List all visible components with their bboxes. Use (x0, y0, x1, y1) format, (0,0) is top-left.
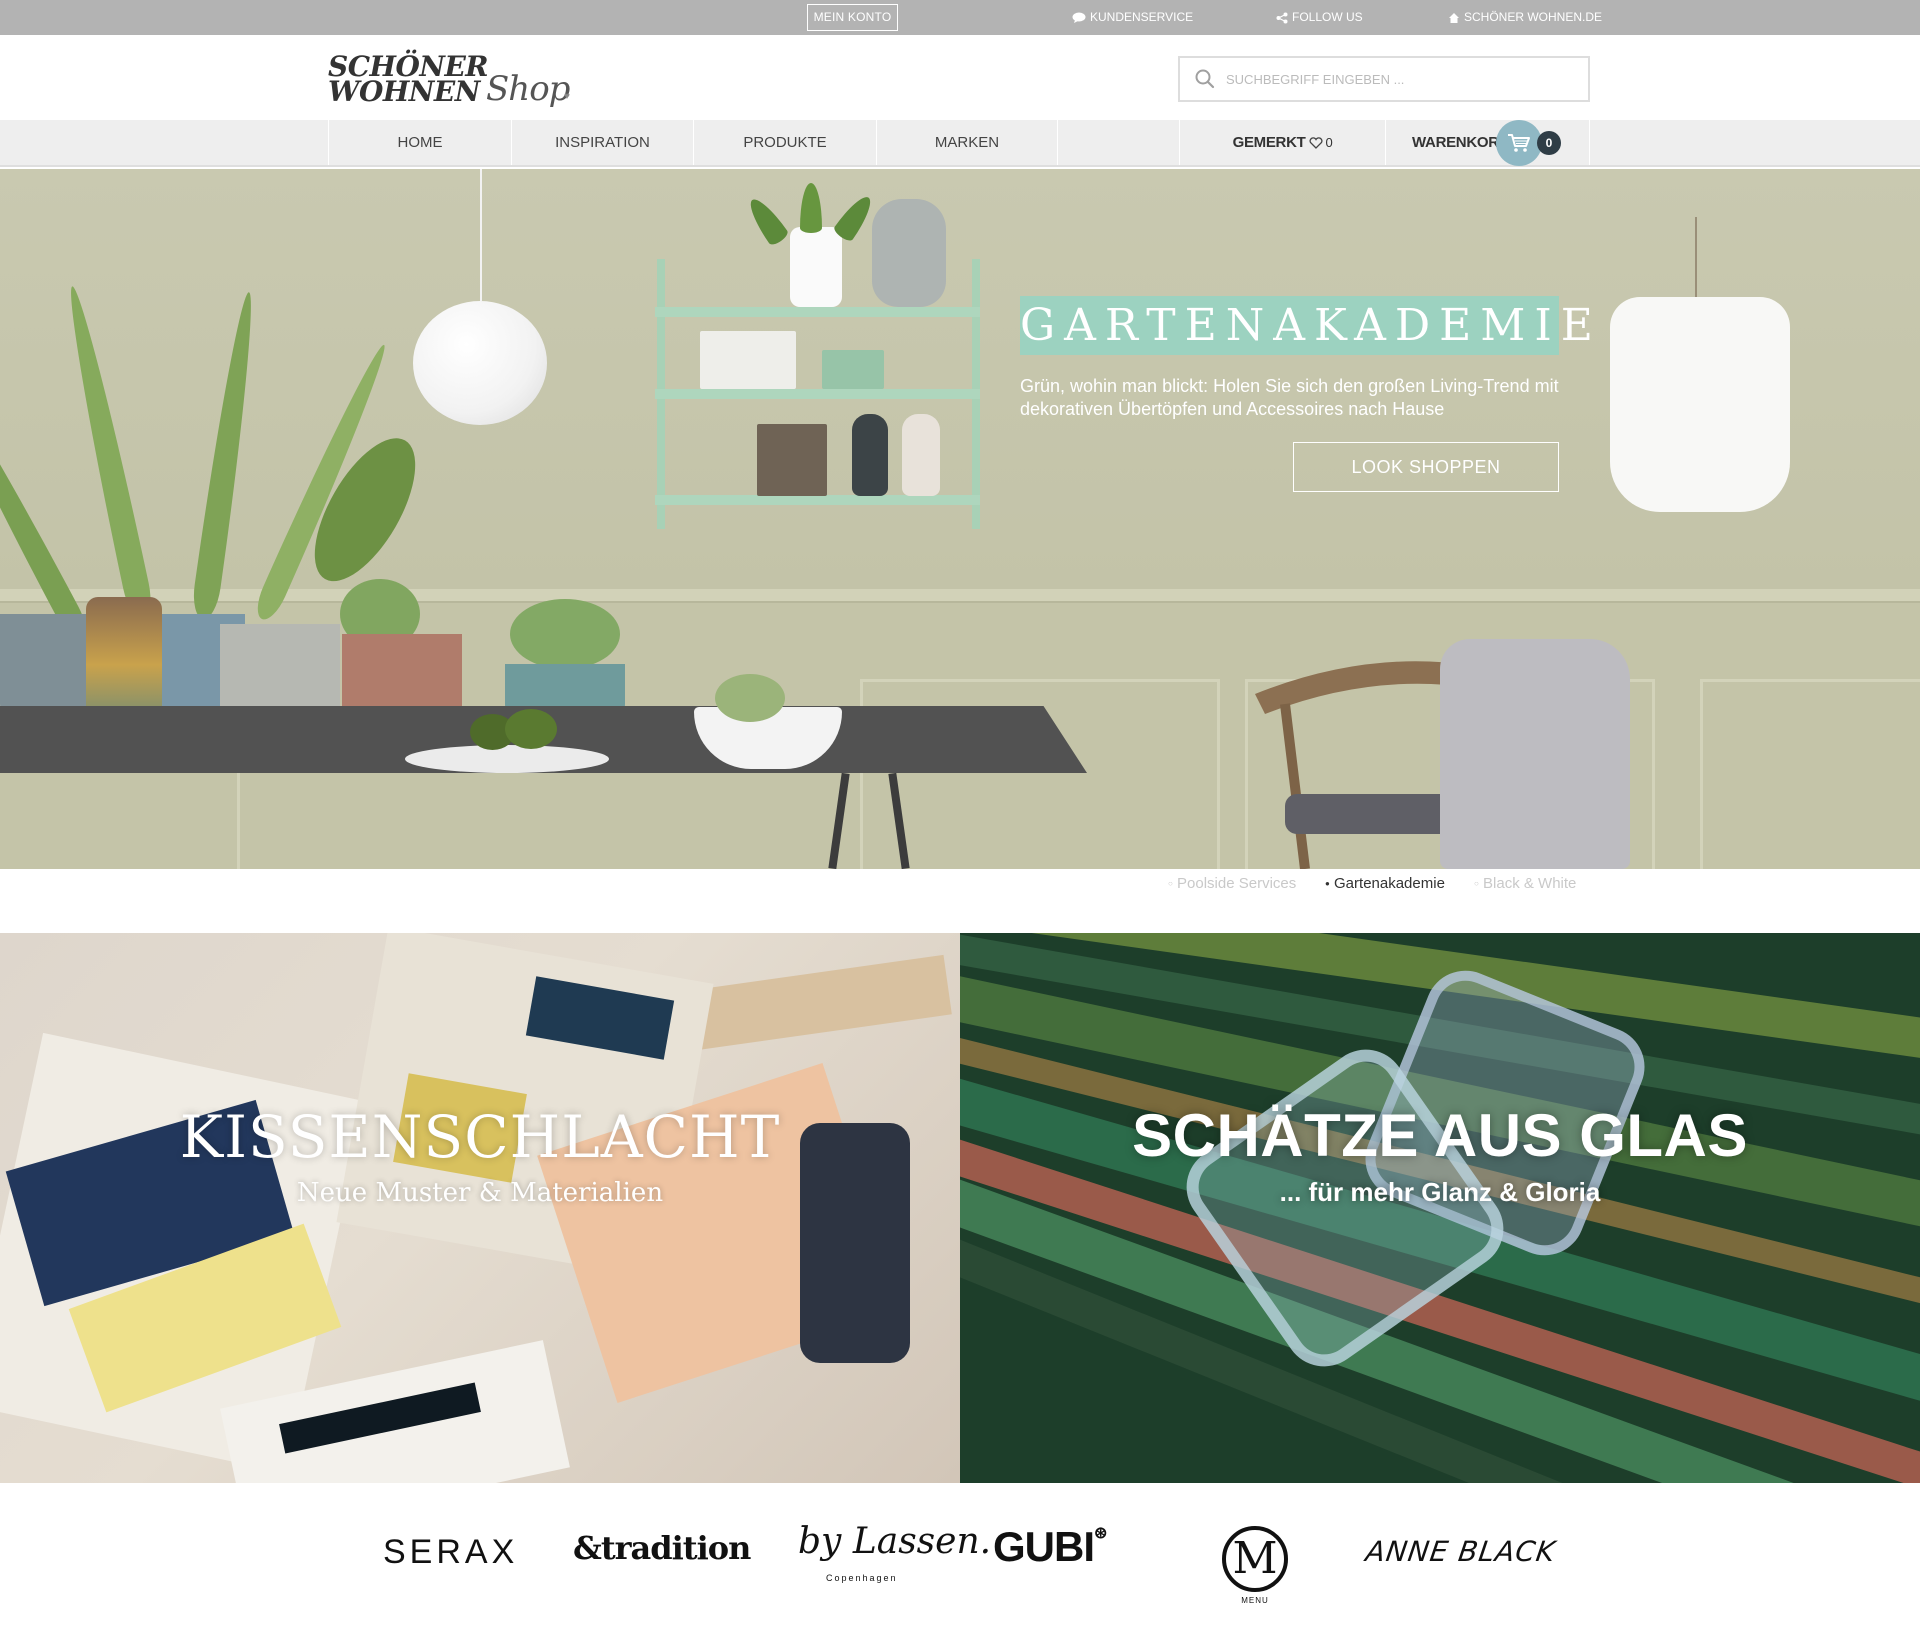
gubi-emblem-icon: ⊛ (1094, 1525, 1107, 1542)
tile-left-subtitle: Neue Muster & Materialien (296, 1178, 664, 1208)
brand-menu-logo[interactable]: M (1222, 1526, 1288, 1592)
watchlist-label: GEMERKT (1232, 134, 1306, 151)
slider-navigation: ○ Poolside Services ● Gartenakademie ○ B… (0, 872, 1920, 896)
site-logo[interactable]: SCHÖNER WOHNEN Shop ♥ (328, 51, 578, 110)
nav-item-inspiration[interactable]: INSPIRATION (511, 120, 693, 165)
avocado (505, 709, 557, 749)
art-tile (757, 424, 827, 496)
search-icon[interactable] (1194, 68, 1216, 90)
my-account-button[interactable]: MEIN KONTO (807, 4, 898, 31)
dark-vase (852, 414, 888, 496)
customer-service-link[interactable]: KUNDENSERVICE (1072, 0, 1193, 35)
follow-us-label: FOLLOW US (1292, 10, 1363, 24)
shelf-board (655, 495, 980, 505)
shelf-board (655, 389, 980, 399)
look-shoppen-button[interactable]: LOOK SHOPPEN (1293, 442, 1559, 492)
site-header: SCHÖNER WOHNEN Shop ♥ (0, 35, 1920, 120)
brand-by-lassen-sub: Copenhagen (826, 1573, 898, 1583)
tile-right-title: SCHÄTZE AUS GLAS (1132, 1102, 1748, 1169)
light-vase (902, 414, 940, 496)
main-navigation: HOME INSPIRATION PRODUKTE MARKEN GEMERKT… (0, 120, 1920, 167)
hero-title: GARTENAKADEMIE (1020, 300, 1602, 351)
logo-heart-icon: ♥ (564, 91, 570, 102)
logo-line-2: WOHNEN (328, 75, 480, 108)
shelf-board (655, 307, 980, 317)
cart-label: WARENKORB (1412, 134, 1510, 151)
top-utility-bar: MEIN KONTO KUNDENSERVICE FOLLOW US SCHÖN… (0, 0, 1920, 35)
tile-left-title: KISSENSCHLACHT (179, 1103, 781, 1171)
chat-bubble-icon (1072, 12, 1086, 23)
nav-spacer (1057, 120, 1179, 165)
brand-by-lassen-name: by Lassen. (798, 1521, 992, 1562)
slider-bullet-icon: ● (1325, 879, 1330, 889)
tile-right-subtitle: ... für mehr Glanz & Gloria (1279, 1177, 1601, 1207)
macrame-wall-hanging (1610, 297, 1790, 512)
schoener-wohnen-link[interactable]: SCHÖNER WOHNEN.DE (1448, 0, 1602, 35)
menu-mark: M (1232, 1533, 1278, 1584)
slider-item-active[interactable]: ● Gartenakademie (1325, 872, 1445, 896)
home-icon (1449, 12, 1459, 23)
schoener-wohnen-label: SCHÖNER WOHNEN.DE (1464, 10, 1603, 24)
hero-panel (1700, 679, 1920, 869)
brand-anne-black-logo[interactable]: ANNE BLACK (1364, 1535, 1558, 1568)
watchlist-link[interactable]: GEMERKT 0 (1179, 120, 1385, 165)
grey-jug (872, 199, 946, 307)
follow-us-link[interactable]: FOLLOW US (1276, 0, 1363, 35)
marble-board (405, 745, 609, 773)
brand-logo-strip: SERAX &tradition by Lassen. Copenhagen G… (0, 1483, 1920, 1652)
brand-by-lassen-logo[interactable]: by Lassen. (798, 1521, 991, 1562)
teaser-schaetze-aus-glas[interactable]: SCHÄTZE AUS GLAS ... für mehr Glanz & Gl… (960, 933, 1920, 1483)
search-input[interactable] (1226, 71, 1566, 87)
slider-item-label: Gartenakademie (1334, 875, 1445, 892)
green-box (822, 350, 884, 389)
slider-bullet-icon: ○ (1168, 879, 1173, 889)
share-icon (1276, 12, 1288, 23)
customer-service-label: KUNDENSERVICE (1090, 10, 1194, 24)
nav-item-home[interactable]: HOME (328, 120, 511, 165)
nav-item-produkte[interactable]: PRODUKTE (693, 120, 876, 165)
slider-bullet-icon: ○ (1474, 879, 1479, 889)
hero-chair-rail (0, 589, 1920, 603)
teaser-kissenschlacht[interactable]: KISSENSCHLACHT Neue Muster & Materialien (0, 933, 960, 1483)
shopping-cart-icon (1508, 134, 1530, 152)
brand-menu-label: MENU (1241, 1596, 1269, 1605)
succulent (510, 599, 620, 669)
pendant-lamp (413, 301, 547, 425)
slider-item-label: Black & White (1483, 875, 1577, 892)
brand-gubi-logo[interactable]: GUBI⊛ (993, 1523, 1107, 1571)
cart-count-badge: 0 (1537, 131, 1561, 155)
pendant-lamp-cord (480, 169, 482, 301)
brand-tradition-logo[interactable]: &tradition (573, 1529, 751, 1567)
heart-icon (1309, 137, 1324, 149)
nav-item-marken[interactable]: MARKEN (876, 120, 1057, 165)
hero-banner[interactable]: GARTENAKADEMIE Grün, wohin man blickt: H… (0, 169, 1920, 869)
artichoke (715, 674, 785, 722)
slider-item-label: Poolside Services (1177, 875, 1297, 892)
search-box[interactable] (1178, 56, 1590, 102)
knit-throw-blanket (1440, 639, 1630, 869)
hero-subtitle: Grün, wohin man blickt: Holen Sie sich d… (1020, 376, 1559, 419)
brand-gubi-name: GUBI (993, 1523, 1095, 1570)
slider-item[interactable]: ○ Black & White (1474, 872, 1576, 896)
watchlist-count: 0 (1325, 135, 1333, 150)
white-pot (790, 227, 842, 307)
slider-item[interactable]: ○ Poolside Services (1168, 872, 1296, 896)
book-stack (700, 331, 796, 389)
logo-script: Shop (486, 69, 570, 109)
brand-serax-logo[interactable]: SERAX (383, 1533, 518, 1572)
cart-button[interactable] (1496, 120, 1542, 166)
